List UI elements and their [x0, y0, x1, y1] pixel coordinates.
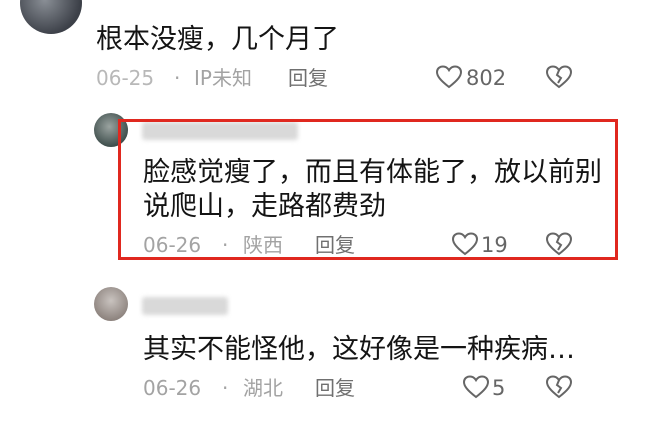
- heart-icon[interactable]: [436, 65, 462, 89]
- comment-text: 根本没瘦，几个月了: [96, 24, 339, 55]
- like-count: 19: [481, 233, 508, 257]
- avatar[interactable]: [20, 0, 82, 34]
- comment-location: 陕西: [243, 233, 283, 257]
- meta-separator: ·: [174, 66, 181, 90]
- comment-date: 06-26: [143, 233, 202, 257]
- reply-button[interactable]: 回复: [315, 376, 355, 400]
- comment-location: 湖北: [243, 376, 283, 400]
- broken-heart-icon[interactable]: [546, 65, 572, 89]
- comment-text: 其实不能怪他，这好像是一种疾病…: [143, 334, 575, 365]
- comment-text-line-2: 说爬山，走路都费劲: [143, 191, 386, 222]
- comment-date: 06-25: [96, 66, 155, 90]
- meta-separator: ·: [222, 233, 229, 257]
- comment-location: IP未知: [194, 66, 252, 90]
- broken-heart-icon[interactable]: [546, 375, 572, 399]
- comment-text-line-1: 脸感觉瘦了，而且有体能了，放以前别: [143, 157, 602, 188]
- reply-button[interactable]: 回复: [315, 233, 355, 257]
- reply-button[interactable]: 回复: [288, 66, 328, 90]
- like-count: 5: [492, 376, 506, 400]
- like-count: 802: [466, 66, 507, 90]
- broken-heart-icon[interactable]: [546, 232, 572, 256]
- username-blurred[interactable]: [142, 297, 228, 315]
- comment-date: 06-26: [143, 376, 202, 400]
- meta-separator: ·: [222, 376, 229, 400]
- heart-icon[interactable]: [452, 232, 478, 256]
- avatar[interactable]: [94, 287, 128, 321]
- heart-icon[interactable]: [463, 375, 489, 399]
